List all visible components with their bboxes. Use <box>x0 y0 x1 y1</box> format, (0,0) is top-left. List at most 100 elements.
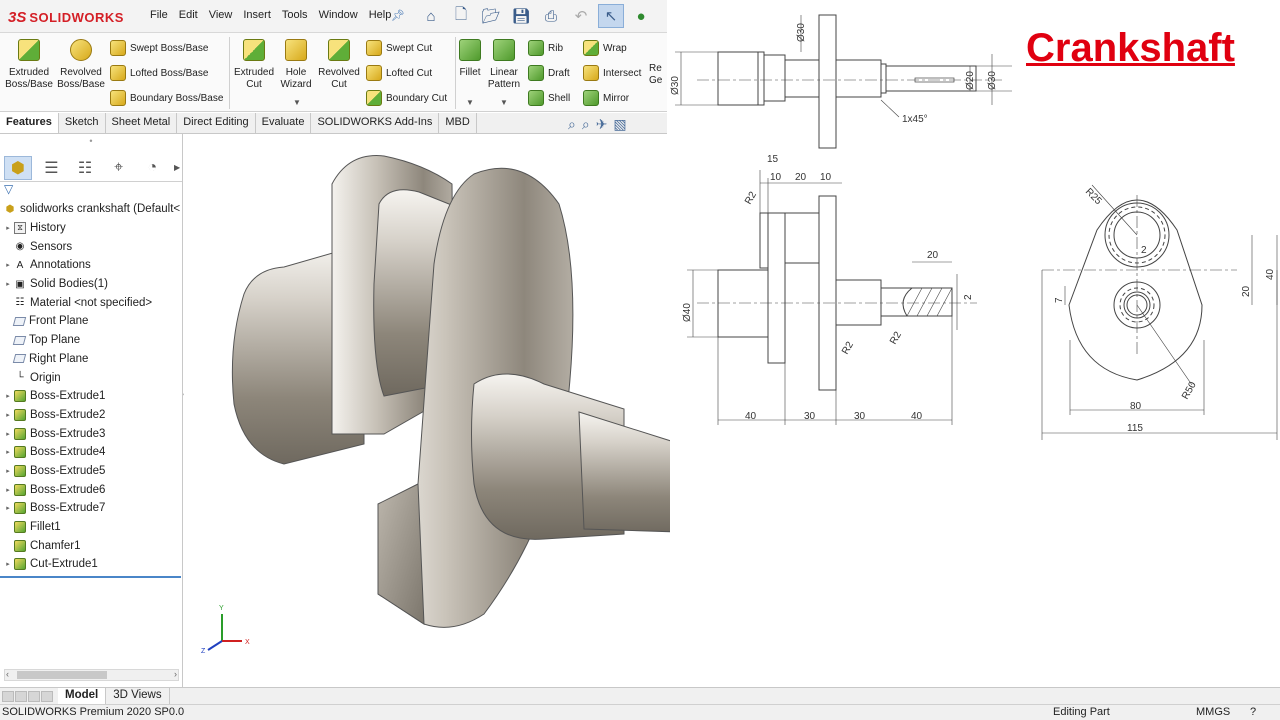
tree-root-part[interactable]: ⬢ solidworks crankshaft (Default< <box>2 200 182 219</box>
rebuild-icon[interactable]: ● <box>628 4 654 28</box>
expand-arrow-icon[interactable]: ▸ <box>2 392 14 400</box>
undo-icon[interactable]: ↶ <box>568 4 594 28</box>
panel-horizontal-scrollbar[interactable]: ‹ › <box>4 669 179 681</box>
feature-manager-tab-icon[interactable]: ⬢ <box>4 155 32 180</box>
rollback-bar[interactable] <box>0 575 181 578</box>
tree-item[interactable]: └ Origin <box>2 368 182 387</box>
last-tab-icon[interactable] <box>41 690 53 702</box>
solidworks-logo[interactable]: 3S SOLIDWORKS <box>8 6 124 28</box>
tab-evaluate[interactable]: Evaluate <box>256 113 312 133</box>
section-view-icon[interactable]: ▧ <box>613 116 626 133</box>
tree-item[interactable]: ▸ ⧖ History <box>2 219 182 238</box>
tree-item[interactable]: ▸ Cut-Extrude1 <box>2 555 182 574</box>
tab-3d-views[interactable]: 3D Views <box>106 688 170 704</box>
lofted-cut-button[interactable]: Lofted Cut <box>366 62 432 84</box>
open-folder-icon[interactable]: 📂︎ <box>478 4 504 28</box>
tab-direct-editing[interactable]: Direct Editing <box>177 113 256 133</box>
tree-item[interactable]: ▸ Boss-Extrude6 <box>2 480 182 499</box>
tree-item[interactable]: ▸ ▣ Solid Bodies(1) <box>2 275 182 294</box>
wrap-button[interactable]: Wrap <box>583 37 627 59</box>
crankshaft-3d-model[interactable]: Y X Z <box>184 134 770 687</box>
tab-addins[interactable]: SOLIDWORKS Add-Ins <box>311 113 440 133</box>
intersect-button[interactable]: Intersect <box>583 62 641 84</box>
pin-menu-icon[interactable]: 📌︎ <box>391 9 405 22</box>
panel-collapse-handle[interactable]: • <box>0 134 182 154</box>
menu-tools[interactable]: Tools <box>282 9 308 21</box>
expand-arrow-icon[interactable]: ▸ <box>2 261 14 269</box>
tree-item[interactable]: Fillet1 <box>2 518 182 537</box>
rib-button[interactable]: Rib <box>528 37 563 59</box>
tree-item[interactable]: ▸ Boss-Extrude5 <box>2 462 182 481</box>
print-icon[interactable]: ⎙ <box>538 4 564 28</box>
tree-item[interactable]: ▸ Boss-Extrude2 <box>2 406 182 425</box>
menu-file[interactable]: File <box>150 9 168 21</box>
scroll-thumb[interactable] <box>17 671 107 679</box>
revolved-boss-button[interactable]: Revolved Boss/Base <box>54 39 108 91</box>
fillet-dropdown-icon[interactable]: ▼ <box>466 97 474 109</box>
property-manager-tab-icon[interactable]: ☰ <box>38 156 66 180</box>
tab-sheet-metal[interactable]: Sheet Metal <box>106 113 178 133</box>
reference-geometry-button[interactable]: Re Ge <box>649 39 667 87</box>
tab-model[interactable]: Model <box>58 688 107 704</box>
tab-features[interactable]: Features <box>0 113 59 133</box>
previous-view-icon[interactable]: ✈︎ <box>596 116 608 133</box>
extruded-boss-button[interactable]: Extruded Boss/Base <box>2 39 56 91</box>
filter-icon[interactable]: ▽ <box>0 182 182 200</box>
expand-arrow-icon[interactable]: ▸ <box>2 224 14 232</box>
hole-wizard-dropdown-icon[interactable]: ▼ <box>293 97 301 109</box>
menu-window[interactable]: Window <box>319 9 358 21</box>
tree-item[interactable]: ▸ Boss-Extrude7 <box>2 499 182 518</box>
swept-cut-button[interactable]: Swept Cut <box>366 37 432 59</box>
expand-arrow-icon[interactable]: ▸ <box>2 486 14 494</box>
menu-view[interactable]: View <box>209 9 233 21</box>
zoom-to-fit-icon[interactable]: ⌕ <box>568 116 576 133</box>
boundary-cut-button[interactable]: Boundary Cut <box>366 87 447 109</box>
linear-pattern-button[interactable]: Linear Pattern ▼ <box>478 39 530 107</box>
tree-item[interactable]: Chamfer1 <box>2 536 182 555</box>
scroll-left-icon[interactable]: ‹ <box>6 669 9 679</box>
configuration-manager-tab-icon[interactable]: ☷ <box>71 156 99 180</box>
swept-boss-button[interactable]: Swept Boss/Base <box>110 37 208 59</box>
tree-item[interactable]: ▸ Boss-Extrude4 <box>2 443 182 462</box>
tree-item[interactable]: ▸ Boss-Extrude1 <box>2 387 182 406</box>
new-document-icon[interactable]: 🗋︎ <box>448 4 474 28</box>
tab-sketch[interactable]: Sketch <box>59 113 106 133</box>
menu-help[interactable]: Help <box>369 9 392 21</box>
expand-arrow-icon[interactable]: ▸ <box>2 560 14 568</box>
help-icon[interactable]: ? <box>1250 706 1256 718</box>
expand-arrow-icon[interactable]: ▸ <box>2 467 14 475</box>
revolved-cut-button[interactable]: Revolved Cut <box>312 39 366 91</box>
dimxpert-tab-icon[interactable]: ⌖ <box>105 156 133 180</box>
shell-button[interactable]: Shell <box>528 87 570 109</box>
expand-arrow-icon[interactable]: ▸ <box>2 448 14 456</box>
tree-item[interactable]: ☷ Material <not specified> <box>2 293 182 312</box>
scroll-right-icon[interactable]: › <box>174 669 177 679</box>
unit-system-button[interactable]: MMGS <box>1196 706 1230 718</box>
tree-item[interactable]: ▸ Boss-Extrude3 <box>2 424 182 443</box>
tree-item[interactable]: Right Plane <box>2 350 182 369</box>
linear-pattern-dropdown-icon[interactable]: ▼ <box>500 97 508 109</box>
tree-item[interactable]: ◉ Sensors <box>2 237 182 256</box>
select-arrow-icon[interactable]: ↖ <box>598 4 624 28</box>
tab-mbd[interactable]: MBD <box>439 113 477 133</box>
boundary-boss-button[interactable]: Boundary Boss/Base <box>110 87 223 109</box>
tree-item[interactable]: Top Plane <box>2 331 182 350</box>
lofted-boss-button[interactable]: Lofted Boss/Base <box>110 62 208 84</box>
next-tab-icon[interactable] <box>28 690 40 702</box>
save-icon[interactable]: 💾︎ <box>508 4 534 28</box>
expand-arrow-icon[interactable]: ▸ <box>2 430 14 438</box>
prev-tab-icon[interactable] <box>15 690 27 702</box>
expand-arrow-icon[interactable]: ▸ <box>2 280 14 288</box>
first-tab-icon[interactable] <box>2 690 14 702</box>
expand-arrow-icon[interactable]: ▸ <box>2 504 14 512</box>
tree-item[interactable]: Front Plane <box>2 312 182 331</box>
tree-item[interactable]: ▸ A Annotations <box>2 256 182 275</box>
menu-insert[interactable]: Insert <box>243 9 271 21</box>
home-icon[interactable]: ⌂ <box>418 4 444 28</box>
expand-arrow-icon[interactable]: ▸ <box>2 411 14 419</box>
mirror-button[interactable]: Mirror <box>583 87 629 109</box>
menu-edit[interactable]: Edit <box>179 9 198 21</box>
draft-button[interactable]: Draft <box>528 62 570 84</box>
display-manager-tab-icon[interactable]: ◔ <box>139 156 167 180</box>
graphics-area[interactable]: Y X Z <box>184 134 770 687</box>
